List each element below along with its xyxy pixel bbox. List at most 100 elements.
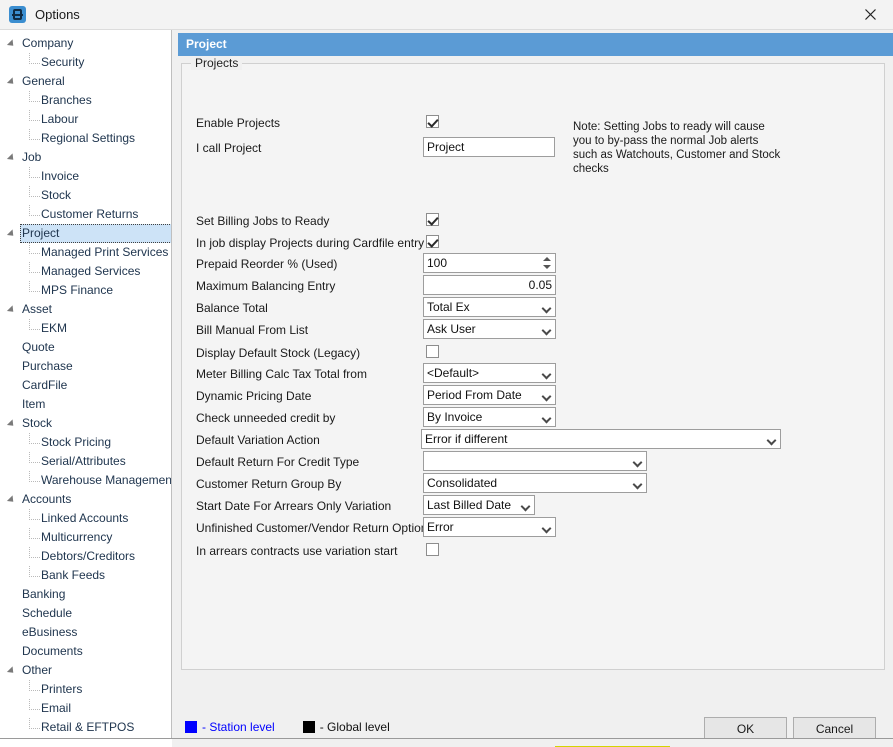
dropdown-customer-return-group-by[interactable]: Consolidated bbox=[423, 473, 647, 493]
sidebar-item-cardfile[interactable]: CardFile bbox=[0, 376, 171, 395]
tree-connector bbox=[29, 262, 40, 273]
sidebar-item-asset[interactable]: Asset bbox=[0, 300, 171, 319]
close-icon[interactable] bbox=[847, 0, 893, 30]
checkbox-display-default-stock[interactable] bbox=[426, 345, 439, 358]
sidebar-item-security[interactable]: Security bbox=[0, 53, 171, 72]
label-set-billing-jobs-to-ready: Set Billing Jobs to Ready bbox=[196, 214, 329, 229]
sidebar-item-mps-finance[interactable]: MPS Finance bbox=[0, 281, 171, 300]
sidebar-item-purchase[interactable]: Purchase bbox=[0, 357, 171, 376]
spinner-arrows-icon[interactable] bbox=[541, 255, 552, 271]
sidebar-item-serial-attributes[interactable]: Serial/Attributes bbox=[0, 452, 171, 471]
sidebar-item-accounts[interactable]: Accounts bbox=[0, 490, 171, 509]
sidebar-item-quote[interactable]: Quote bbox=[0, 338, 171, 357]
chevron-down-icon bbox=[543, 305, 550, 312]
tree-connector bbox=[15, 338, 35, 357]
tree-connector bbox=[29, 566, 40, 577]
label-dynamic-pricing-date: Dynamic Pricing Date bbox=[196, 389, 311, 404]
sidebar-item-documents[interactable]: Documents bbox=[0, 642, 171, 661]
tree-connector bbox=[35, 224, 55, 243]
sidebar-item-customer-returns[interactable]: Customer Returns bbox=[0, 205, 171, 224]
sidebar-item-managed-services[interactable]: Managed Services bbox=[0, 262, 171, 281]
dropdown-meter-billing-calc-tax[interactable]: <Default> bbox=[423, 363, 556, 383]
sidebar-item-label: Customer Returns bbox=[41, 207, 138, 221]
tree-connector bbox=[29, 509, 40, 520]
chevron-down-icon bbox=[768, 437, 775, 444]
sidebar-item-invoice[interactable]: Invoice bbox=[0, 167, 171, 186]
expand-collapse-icon[interactable] bbox=[7, 229, 16, 238]
sidebar-item-email[interactable]: Email bbox=[0, 699, 171, 718]
tree-connector bbox=[15, 357, 35, 376]
spinner-prepaid-reorder-pct[interactable]: 100 bbox=[423, 253, 556, 273]
sidebar-item-label: Warehouse Management bbox=[41, 473, 172, 487]
sidebar-item-company[interactable]: Company bbox=[0, 34, 171, 53]
chevron-down-icon bbox=[543, 525, 550, 532]
sidebar-item-label: Security bbox=[41, 55, 84, 69]
sidebar-item-retail-eftpos[interactable]: Retail & EFTPOS bbox=[0, 718, 171, 737]
dropdown-default-variation-action[interactable]: Error if different bbox=[421, 429, 781, 449]
dropdown-bill-manual-from-list-value: Ask User bbox=[427, 322, 476, 336]
tree-connector bbox=[29, 53, 40, 64]
input-i-call-project[interactable] bbox=[423, 137, 555, 157]
sidebar-item-general[interactable]: General bbox=[0, 72, 171, 91]
sidebar-item-stock[interactable]: Stock bbox=[0, 414, 171, 433]
tree-connector bbox=[29, 281, 40, 292]
tree-connector bbox=[29, 433, 40, 444]
sidebar-item-debtors-creditors[interactable]: Debtors/Creditors bbox=[0, 547, 171, 566]
tree-connector bbox=[15, 414, 35, 433]
sidebar-item-label: EKM bbox=[41, 321, 67, 335]
legend-item: - Global level bbox=[303, 720, 390, 734]
chevron-down-icon bbox=[543, 393, 550, 400]
dropdown-meter-billing-calc-tax-value: <Default> bbox=[427, 366, 479, 380]
sidebar-item-printers[interactable]: Printers bbox=[0, 680, 171, 699]
settings-category-tree[interactable]: Company Security GeneralBranches Labour Regi… bbox=[0, 30, 172, 738]
sidebar-item-ekm[interactable]: EKM bbox=[0, 319, 171, 338]
sidebar-item-item[interactable]: Item bbox=[0, 395, 171, 414]
dropdown-bill-manual-from-list[interactable]: Ask User bbox=[423, 319, 556, 339]
dropdown-dynamic-pricing-date[interactable]: Period From Date bbox=[423, 385, 556, 405]
window-title: Options bbox=[35, 8, 80, 21]
sidebar-item-linked-accounts[interactable]: Linked Accounts bbox=[0, 509, 171, 528]
sidebar-item-ebusiness[interactable]: eBusiness bbox=[0, 623, 171, 642]
dropdown-balance-total[interactable]: Total Ex bbox=[423, 297, 556, 317]
chevron-down-icon bbox=[543, 327, 550, 334]
checkbox-set-billing-jobs-to-ready[interactable] bbox=[426, 213, 439, 226]
bottom-edge-white bbox=[0, 739, 172, 747]
tree-connector bbox=[29, 680, 40, 691]
dropdown-start-date-arrears[interactable]: Last Billed Date bbox=[423, 495, 535, 515]
dropdown-check-unneeded-credit[interactable]: By Invoice bbox=[423, 407, 556, 427]
sidebar-item-project[interactable]: Project bbox=[20, 224, 172, 243]
sidebar-item-bank-feeds[interactable]: Bank Feeds bbox=[0, 566, 171, 585]
sidebar-item-banking[interactable]: Banking bbox=[0, 585, 171, 604]
checkbox-in-job-display-projects[interactable] bbox=[426, 235, 439, 248]
sidebar-item-labour[interactable]: Labour bbox=[0, 110, 171, 129]
legend-label: - Global level bbox=[320, 720, 390, 734]
tree-connector bbox=[29, 471, 40, 482]
checkbox-in-arrears-contracts[interactable] bbox=[426, 543, 439, 556]
checkbox-enable-projects[interactable] bbox=[426, 115, 439, 128]
sidebar-item-other[interactable]: Other bbox=[0, 661, 171, 680]
sidebar-item-regional-settings[interactable]: Regional Settings bbox=[0, 129, 171, 148]
tree-connector bbox=[29, 319, 40, 330]
sidebar-item-branches[interactable]: Branches bbox=[0, 91, 171, 110]
tree-connector bbox=[29, 699, 40, 710]
label-maximum-balancing-entry: Maximum Balancing Entry bbox=[196, 279, 335, 294]
sidebar-item-stock-pricing[interactable]: Stock Pricing bbox=[0, 433, 171, 452]
sidebar-item-managed-print-services[interactable]: Managed Print Services bbox=[0, 243, 171, 262]
page-title: Project bbox=[178, 33, 893, 56]
sidebar-item-stock[interactable]: Stock bbox=[0, 186, 171, 205]
sidebar-item-multicurrency[interactable]: Multicurrency bbox=[0, 528, 171, 547]
dropdown-dynamic-pricing-date-value: Period From Date bbox=[427, 388, 522, 402]
dropdown-unfinished-return-option[interactable]: Error bbox=[423, 517, 556, 537]
label-unfinished-return-option: Unfinished Customer/Vendor Return Option bbox=[196, 521, 427, 536]
sidebar-item-schedule[interactable]: Schedule bbox=[0, 604, 171, 623]
tree-connector bbox=[15, 34, 35, 53]
tree-connector bbox=[29, 243, 40, 254]
label-prepaid-reorder-pct: Prepaid Reorder % (Used) bbox=[196, 257, 337, 272]
sidebar-item-label: Stock bbox=[41, 188, 71, 202]
sidebar-item-job[interactable]: Job bbox=[0, 148, 171, 167]
dropdown-unfinished-return-option-value: Error bbox=[427, 520, 454, 534]
dropdown-default-return-credit-type[interactable] bbox=[423, 451, 647, 471]
input-maximum-balancing-entry[interactable] bbox=[423, 275, 556, 295]
sidebar-item-label: Labour bbox=[41, 112, 78, 126]
sidebar-item-warehouse-management[interactable]: Warehouse Management bbox=[0, 471, 171, 490]
